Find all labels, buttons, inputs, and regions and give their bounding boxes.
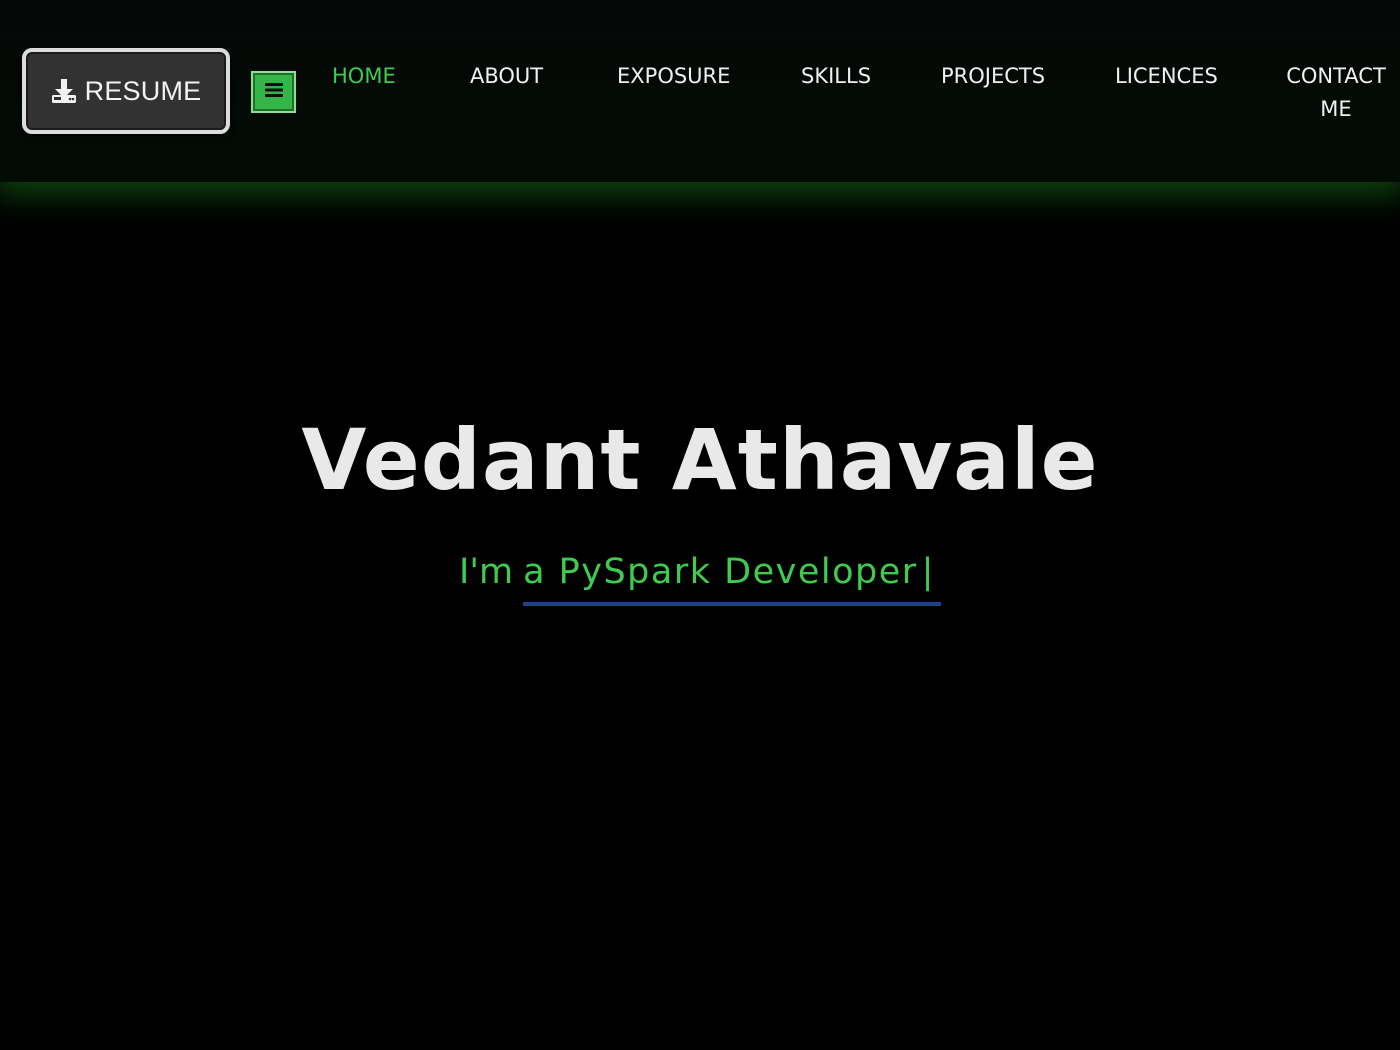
main-nav: HOME ABOUT EXPOSURE SKILLS PROJECTS LICE… [300, 60, 1400, 140]
nav-item-skills[interactable]: SKILLS [801, 60, 871, 92]
nav-item-exposure[interactable]: EXPOSURE [617, 60, 730, 92]
typed-role-text: a PySpark Developer [523, 552, 918, 592]
resume-download-button[interactable]: RESUME [22, 48, 230, 134]
nav-item-home[interactable]: HOME [332, 60, 396, 92]
hero-name: Vedant Athavale [301, 411, 1099, 509]
hero-tagline: I'm a PySpark Developer | [0, 548, 1400, 606]
resume-button-label: RESUME [84, 75, 202, 106]
nav-item-contact-me[interactable]: CONTACT ME [1281, 60, 1391, 126]
typed-text-container: a PySpark Developer | [523, 548, 941, 606]
nav-item-licences[interactable]: LICENCES [1115, 60, 1218, 92]
page: RESUME HOME ABOUT EXPOSURE SKILLS PROJEC… [0, 0, 1400, 1050]
download-icon [51, 78, 77, 104]
typing-cursor: | [921, 552, 935, 592]
menu-toggle-button[interactable] [251, 71, 296, 113]
tagline-prefix: I'm [459, 552, 514, 592]
navbar: RESUME HOME ABOUT EXPOSURE SKILLS PROJEC… [0, 0, 1400, 182]
hamburger-icon [264, 81, 284, 103]
nav-item-projects[interactable]: PROJECTS [941, 60, 1045, 92]
nav-item-about[interactable]: ABOUT [470, 60, 543, 92]
